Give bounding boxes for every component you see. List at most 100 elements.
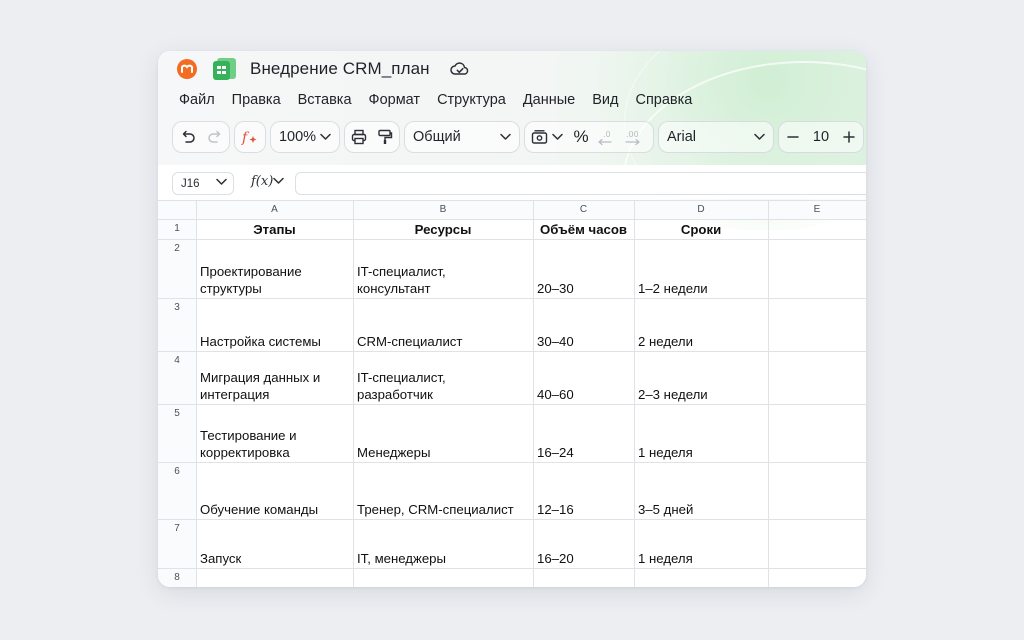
cell-hours[interactable]: 16–24 (537, 444, 632, 461)
svg-text:.0: .0 (603, 130, 611, 139)
document-title[interactable]: Внедрение CRM_план (250, 59, 430, 79)
menu-format[interactable]: Формат (369, 92, 421, 112)
font-select[interactable]: Arial (659, 122, 773, 152)
history-group (172, 121, 230, 153)
cell-stage-line: корректировка (200, 445, 290, 460)
formula-input[interactable] (295, 172, 866, 195)
cell-hours[interactable]: 16–20 (537, 550, 632, 567)
menu-data[interactable]: Данные (523, 92, 575, 112)
plus-icon (843, 131, 855, 143)
cell-hours[interactable]: 20–30 (537, 280, 632, 297)
cell-term[interactable]: 1 неделя (638, 550, 766, 567)
menu-help[interactable]: Справка (635, 92, 692, 112)
header-term[interactable]: Сроки (634, 221, 768, 238)
cell-stage[interactable]: Проектирование структуры (200, 263, 351, 297)
cell-stage[interactable]: Миграция данных и интеграция (200, 369, 351, 403)
menu-view[interactable]: Вид (592, 92, 618, 112)
row-header-7[interactable]: 7 (158, 523, 196, 534)
row-header-4[interactable]: 4 (158, 355, 196, 366)
font-size-input[interactable]: 10 (807, 122, 835, 152)
cell-term-line: 1 неделя (638, 551, 693, 566)
decrease-decimals-button[interactable]: .0 (593, 122, 619, 152)
cell-resources-line: Менеджеры (357, 445, 431, 460)
cell-hours[interactable]: 30–40 (537, 333, 632, 350)
undo-icon (182, 130, 195, 143)
cell-hours-line: 30–40 (537, 334, 574, 349)
column-header-e[interactable]: E (768, 204, 866, 215)
minus-icon (787, 136, 799, 138)
increase-decimals-button[interactable]: .00 (619, 122, 647, 152)
cell-resources[interactable]: CRM-специалист (357, 333, 531, 350)
paint-format-button[interactable] (373, 122, 397, 152)
cell-stage-line: Проектирование (200, 264, 302, 279)
cell-hours[interactable]: 40–60 (537, 386, 632, 403)
cell-term[interactable]: 1 неделя (638, 444, 766, 461)
cell-term[interactable]: 2–3 недели (638, 386, 766, 403)
grid-top-line (158, 200, 866, 201)
grid-row-line (158, 219, 866, 220)
cell-stage[interactable]: Обучение команды (200, 501, 351, 518)
redo-icon (208, 130, 221, 143)
cell-hours[interactable]: 12–16 (537, 501, 632, 518)
cell-resources[interactable]: Менеджеры (357, 444, 531, 461)
cell-stage[interactable]: Настройка системы (200, 333, 351, 350)
header-resources[interactable]: Ресурсы (353, 221, 533, 238)
cell-resources[interactable]: IT-специалист, консультант (357, 263, 531, 297)
grid-row-line (158, 462, 866, 463)
row-header-8[interactable]: 8 (158, 572, 196, 583)
font-size-decrease-button[interactable] (779, 122, 807, 152)
row-header-5[interactable]: 5 (158, 408, 196, 419)
cell-term[interactable]: 3–5 дней (638, 501, 766, 518)
cell-term[interactable]: 1–2 недели (638, 280, 766, 297)
column-header-a[interactable]: A (196, 204, 353, 215)
chevron-down-icon (754, 133, 765, 140)
grid-column-line (353, 200, 354, 587)
grid-column-line (768, 200, 769, 587)
column-header-c[interactable]: C (533, 204, 634, 215)
print-group (344, 121, 400, 153)
percent-icon: % (573, 127, 589, 146)
cell-stage-line: Обучение команды (200, 502, 319, 517)
cell-resources[interactable]: Тренер, CRM-специалист (357, 501, 531, 518)
formula-sparkle-icon: f (241, 130, 257, 146)
spreadsheet-window: Внедрение CRM_план Файл Правка Вставка Ф… (158, 51, 866, 587)
app-logo-icon[interactable] (176, 58, 198, 80)
row-header-1[interactable]: 1 (158, 223, 196, 234)
ai-formula-group: f (234, 121, 266, 153)
cell-resources[interactable]: IT-специалист, разработчик (357, 369, 531, 403)
chevron-down-icon[interactable] (273, 177, 284, 185)
menu-file[interactable]: Файл (179, 92, 215, 112)
column-header-d[interactable]: D (634, 204, 768, 215)
cell-stage[interactable]: Запуск (200, 550, 351, 567)
menu-structure[interactable]: Структура (437, 92, 506, 112)
number-format-select[interactable]: Общий (405, 122, 519, 152)
print-button[interactable] (345, 122, 373, 152)
ai-formula-button[interactable]: f (235, 122, 265, 152)
font-size-increase-button[interactable] (835, 122, 863, 152)
zoom-select[interactable]: 100% (271, 122, 339, 152)
cell-stage[interactable]: Тестирование и корректировка (200, 427, 351, 461)
currency-format-button[interactable] (525, 122, 569, 152)
sheet-grid[interactable]: A B C D E 1 2 3 4 5 6 7 8 Этапы Ресурсы Объём часов Срок… (158, 200, 866, 587)
percent-format-button[interactable]: % (569, 122, 593, 152)
cell-term[interactable]: 2 недели (638, 333, 766, 350)
cloud-saved-icon[interactable] (450, 60, 470, 78)
function-icon[interactable]: f(x) (251, 174, 273, 189)
increase-decimals-icon: .00 (625, 130, 640, 146)
chevron-down-icon (500, 133, 511, 140)
cell-reference-box[interactable]: J16 (172, 172, 234, 195)
menu-insert[interactable]: Вставка (298, 92, 352, 112)
column-header-b[interactable]: B (353, 204, 533, 215)
redo-button[interactable] (203, 122, 227, 152)
cell-stage-line: Запуск (200, 551, 242, 566)
chevron-down-icon (216, 178, 227, 185)
row-header-2[interactable]: 2 (158, 243, 196, 254)
row-header-6[interactable]: 6 (158, 466, 196, 477)
header-stages[interactable]: Этапы (196, 221, 353, 238)
row-header-3[interactable]: 3 (158, 302, 196, 313)
undo-button[interactable] (173, 122, 203, 152)
menu-edit[interactable]: Правка (232, 92, 281, 112)
cell-resources[interactable]: IT, менеджеры (357, 550, 531, 567)
header-hours[interactable]: Объём часов (533, 221, 634, 238)
cell-hours-line: 20–30 (537, 281, 574, 296)
